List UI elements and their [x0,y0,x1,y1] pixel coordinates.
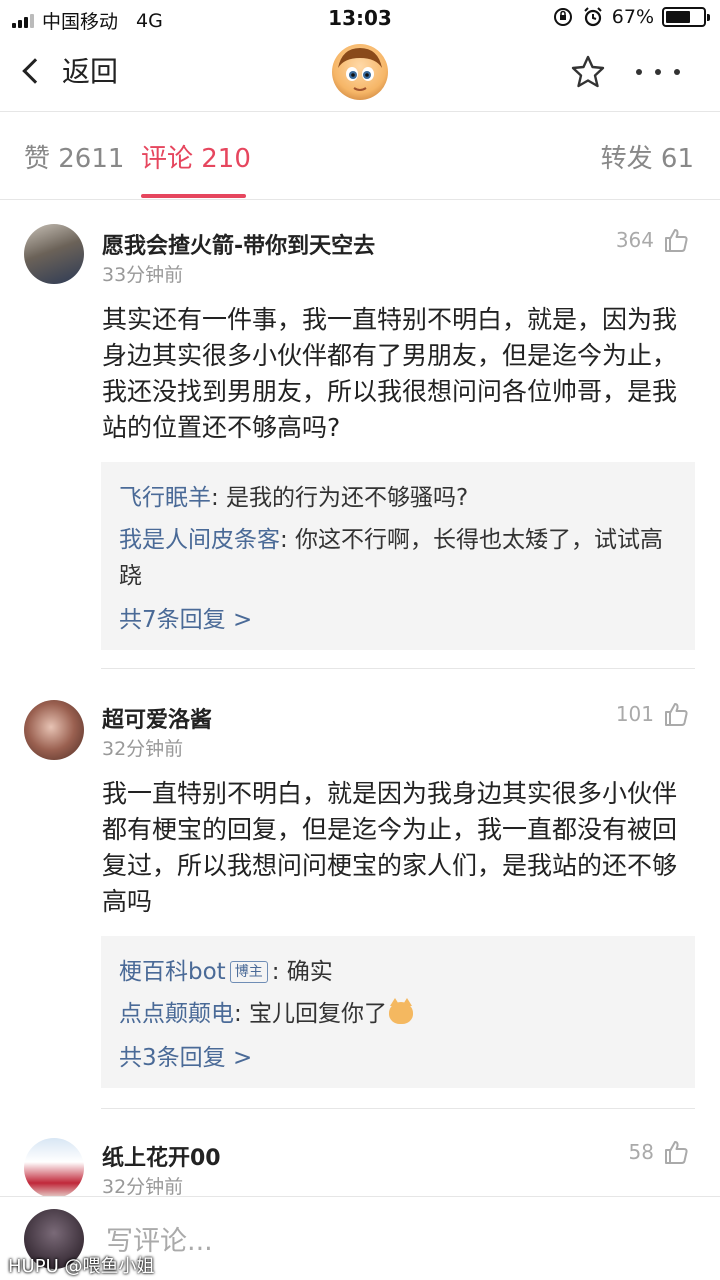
reply-line: 点点颠颠电: 宝儿回复你了 [119,996,677,1032]
reply-line: 梗百科bot 博主: 确实 [119,954,677,990]
reply-author[interactable]: 点点颠颠电 [119,1001,234,1027]
like-button[interactable]: 101 [616,700,690,728]
more-options-icon[interactable] [636,56,680,88]
tab-likes[interactable]: 赞 2611 [24,138,124,175]
reply-text: : 宝儿回复你了 [234,1001,388,1027]
like-count: 101 [615,702,654,726]
tab-comments[interactable]: 评论 210 [141,138,251,175]
reply-box[interactable]: 飞行眠羊: 是我的行为还不够骚吗? 我是人间皮条客: 你这不行啊，长得也太矮了，… [101,462,695,650]
comment-time: 32分钟前 [102,738,184,760]
reply-author[interactable]: 梗百科bot [119,959,226,985]
thumbs-up-icon [665,703,688,726]
back-label: 返回 [62,55,119,88]
avatar[interactable] [24,1138,84,1198]
view-more-replies[interactable]: 共3条回复 > [119,1040,677,1076]
like-button[interactable]: 58 [629,1138,690,1166]
reply-author[interactable]: 飞行眠羊 [119,485,211,511]
comment-author[interactable]: 超可爱洛酱 [102,702,212,734]
tab-bar: 赞 2611 评论 210 转发 61 [0,112,720,200]
status-bar: 中国移动 4G 13:03 67% [0,0,720,36]
reply-line: 我是人间皮条客: 你这不行啊，长得也太矮了，试试高跷 [119,522,677,594]
view-more-replies[interactable]: 共7条回复 > [119,602,677,638]
reply-line: 飞行眠羊: 是我的行为还不够骚吗? [119,480,677,516]
divider [101,1108,695,1109]
status-right: 67% [552,6,710,28]
divider [101,668,695,669]
post-author-avatar[interactable] [332,44,388,100]
avatar[interactable] [24,224,84,284]
back-button[interactable]: 返回 [22,50,119,90]
chevron-left-icon [22,58,48,84]
reply-box[interactable]: 梗百科bot 博主: 确实 点点颠颠电: 宝儿回复你了 共3条回复 > [101,936,695,1088]
reply-author[interactable]: 我是人间皮条客 [119,527,280,553]
avatar[interactable] [24,700,84,760]
thumbs-up-icon [665,1141,688,1164]
comment-time: 32分钟前 [102,1176,184,1198]
comment-author[interactable]: 愿我会揸火箭-带你到天空去 [102,228,375,260]
reply-text: : 确实 [271,959,333,985]
comment-author[interactable]: 纸上花开00 [102,1140,221,1172]
favorite-star-icon[interactable] [570,54,606,90]
nav-bar: 返回 [0,36,720,112]
battery-icon [662,7,710,27]
like-count: 58 [628,1140,654,1164]
comment-body: 其实还有一件事，我一直特别不明白，就是，因为我身边其实很多小伙伴都有了男朋友，但… [102,305,678,442]
comment-body: 我一直特别不明白，就是因为我身边其实很多小伙伴都有梗宝的回复，但是迄今为止，我一… [102,779,678,916]
comment-time: 33分钟前 [102,264,184,286]
watermark: HUPU @喂鱼小姐 [8,1256,155,1277]
like-button[interactable]: 364 [616,226,690,254]
battery-percent: 67% [611,6,654,28]
cat-emoji-icon [389,998,414,1024]
rotation-lock-icon [553,8,572,26]
alarm-icon [584,7,602,27]
active-tab-indicator [141,194,246,198]
reply-text: : 是我的行为还不够骚吗? [211,485,469,511]
thumbs-up-icon [665,229,688,252]
like-count: 364 [615,228,654,252]
op-badge: 博主 [229,961,268,983]
tab-reposts[interactable]: 转发 61 [601,138,694,175]
